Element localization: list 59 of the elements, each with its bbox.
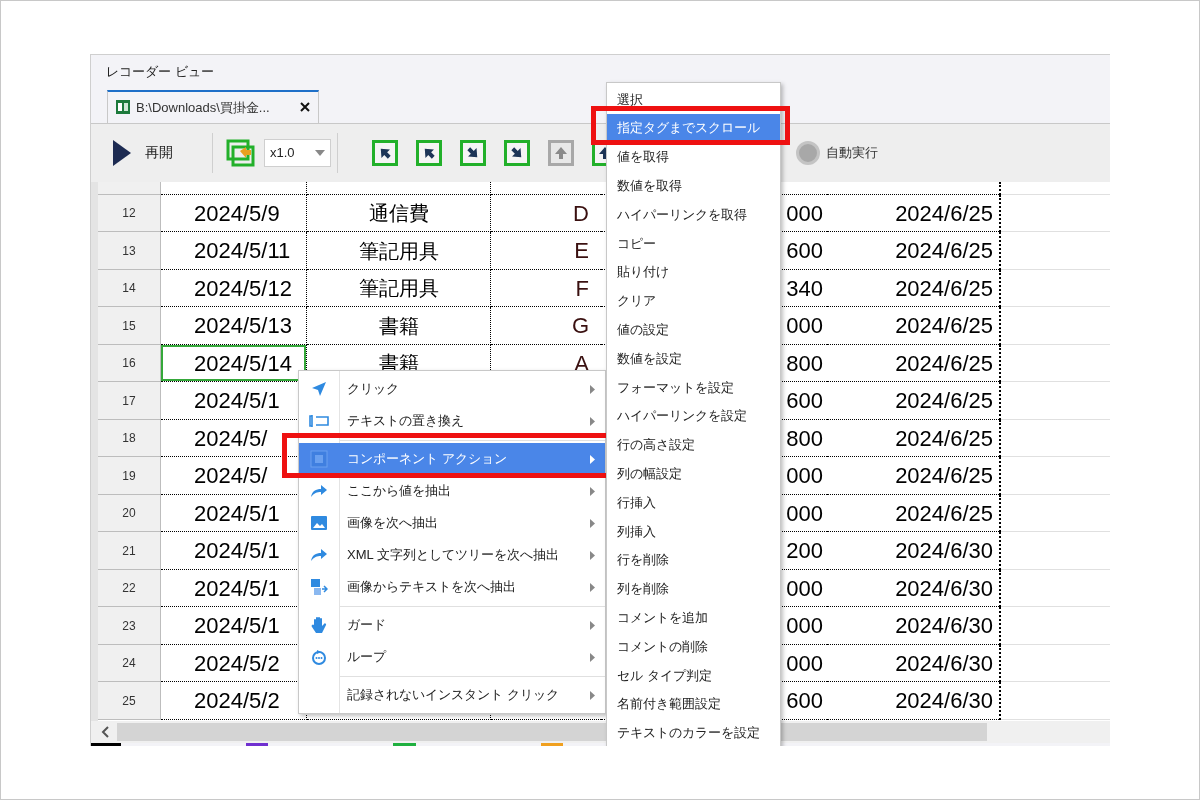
table-cell: 2024/6/25 <box>827 307 1001 345</box>
menu-item[interactable]: 名前付き範囲設定 <box>607 689 780 719</box>
row-number: 14 <box>122 280 136 298</box>
tab-label: B:\Downloads\買掛金... <box>136 98 270 117</box>
menu-item[interactable]: 指定タグまでスクロール <box>607 113 780 143</box>
row-number: 12 <box>122 205 136 223</box>
table-cell: 2024/6/25 <box>827 494 1001 533</box>
table-cell: 2024/5/9 <box>161 194 307 233</box>
table-cell: 2024/6/30 <box>827 532 1001 570</box>
table-cell: 2024/5/13 <box>161 307 307 345</box>
table-cell: G <box>491 307 601 345</box>
row-number: 18 <box>122 430 136 448</box>
row-number: 17 <box>122 392 136 410</box>
row-number: 16 <box>122 355 136 373</box>
row-number: 25 <box>122 692 136 710</box>
table-cell: 2024/6/25 <box>827 344 1001 383</box>
table-cell: 2024/6/25 <box>827 232 1001 270</box>
menu-item[interactable]: 選択 <box>607 85 780 114</box>
table-cell: 2024/6/25 <box>827 419 1001 458</box>
menu-item[interactable]: 列の幅設定 <box>607 459 780 489</box>
table-cell: 2024/6/30 <box>827 569 1001 608</box>
row-number: 22 <box>122 580 136 598</box>
table-cell: 筆記用具 <box>307 269 491 308</box>
table-cell: E <box>491 232 601 270</box>
table-cell: F <box>491 269 601 308</box>
table-cell: 筆記用具 <box>307 232 491 270</box>
file-tab[interactable]: B:\Downloads\買掛金... <box>107 89 319 123</box>
table-cell: 2024/6/25 <box>827 382 1001 420</box>
speed-dropdown[interactable]: x1.0 <box>264 138 331 167</box>
table-cell: D <box>491 194 601 233</box>
panel-title: レコーダー ビュー <box>106 62 214 81</box>
menu-item[interactable]: コンポーネント アクション <box>299 443 605 475</box>
table-cell: 2024/6/30 <box>827 644 1001 683</box>
menu-item[interactable]: 値を取得 <box>607 142 780 172</box>
menu-item[interactable]: 列を削除 <box>607 574 780 604</box>
row-number: 21 <box>122 542 136 560</box>
table-cell: 2024/5/11 <box>161 232 307 270</box>
resume-button[interactable]: 再開 <box>113 132 183 173</box>
table-cell: 2024/6/30 <box>827 607 1001 645</box>
menu-item[interactable]: 行の高さ設定 <box>607 430 780 460</box>
row-number: 20 <box>122 505 136 523</box>
menu-item[interactable]: 値の設定 <box>607 315 780 345</box>
table-cell: 2024/5/14 <box>161 344 307 383</box>
menu-item[interactable]: 数値を設定 <box>607 344 780 373</box>
table-cell: 2024/6/25 <box>827 457 1001 495</box>
table-cell: 2024/5/12 <box>161 269 307 308</box>
table-cell: 2024/6/30 <box>827 682 1001 720</box>
menu-item[interactable]: ハイパーリンクを取得 <box>607 200 780 229</box>
row-number: 23 <box>122 617 136 635</box>
table-cell: 2024/6/25 <box>827 194 1001 233</box>
row-number: 15 <box>122 317 136 335</box>
row-number: 24 <box>122 655 136 673</box>
row-number: 19 <box>122 467 136 485</box>
auto-run-label: 自動実行 <box>826 144 878 163</box>
row-number: 13 <box>122 242 136 260</box>
table-cell: 通信費 <box>307 194 491 233</box>
table-cell: 2024/6/25 <box>827 269 1001 308</box>
table-cell: 書籍 <box>307 307 491 345</box>
menu-item[interactable]: テキストのカラーを設定 <box>607 718 780 746</box>
